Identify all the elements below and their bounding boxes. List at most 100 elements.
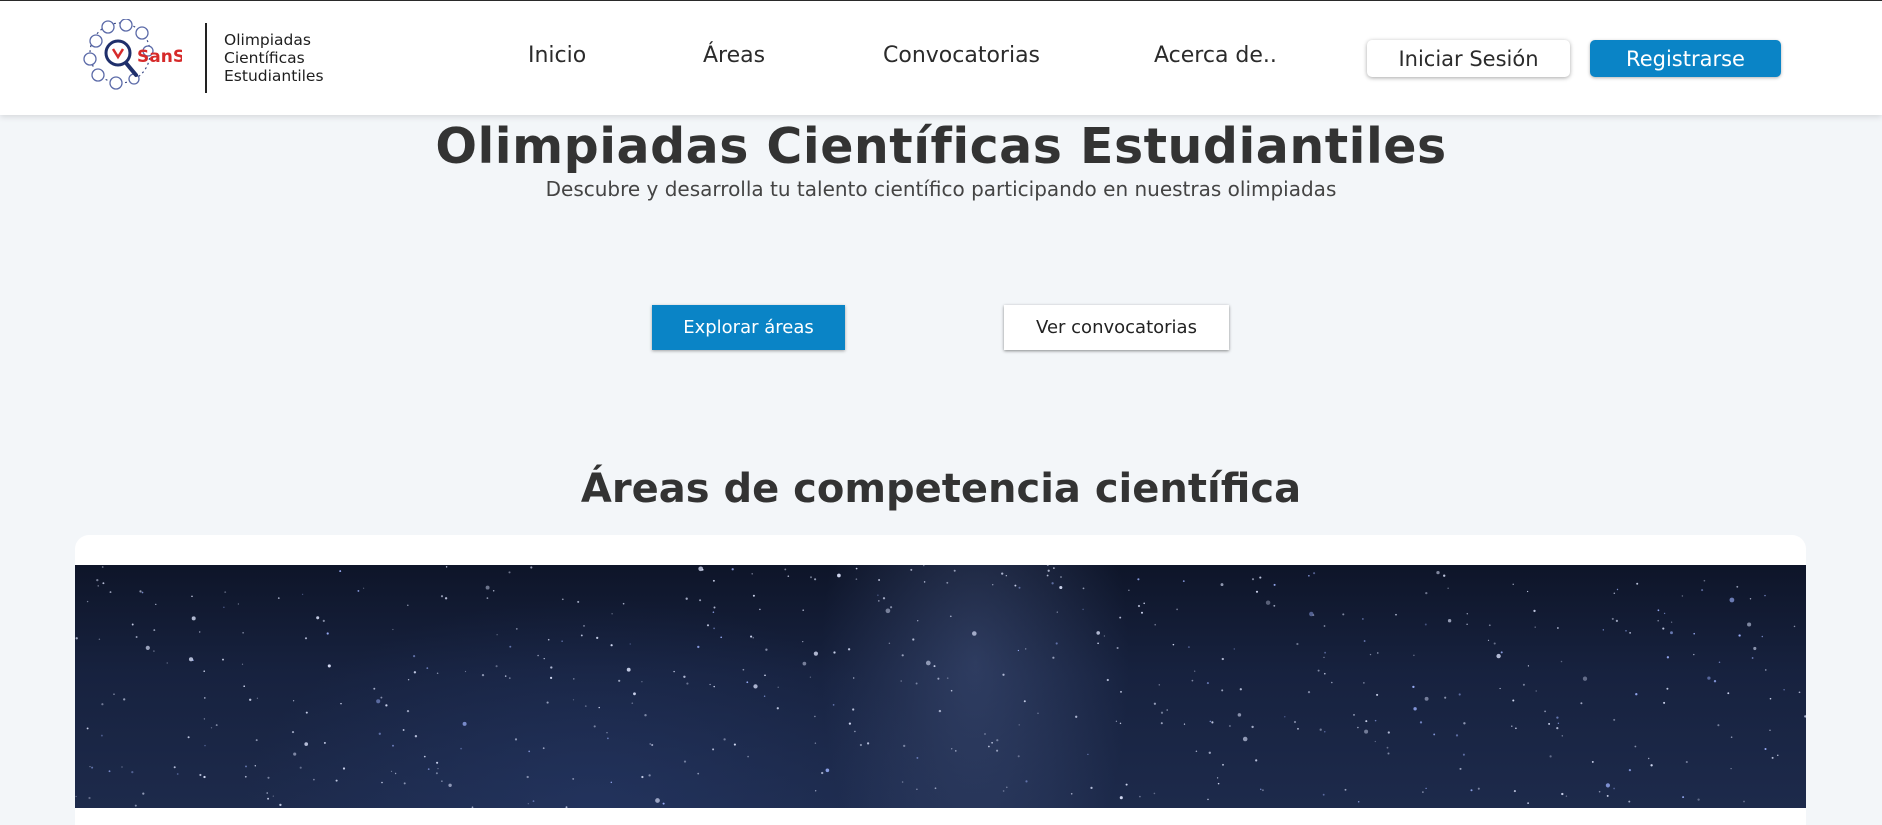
star bbox=[1605, 783, 1610, 788]
star bbox=[1056, 611, 1058, 613]
star bbox=[1718, 661, 1721, 664]
brand-name-line: Estudiantiles bbox=[224, 67, 324, 85]
star bbox=[75, 795, 77, 798]
star bbox=[1217, 782, 1220, 785]
star bbox=[1153, 702, 1157, 705]
star bbox=[1670, 621, 1673, 623]
star bbox=[1798, 691, 1801, 694]
star bbox=[1527, 802, 1529, 804]
star bbox=[237, 603, 240, 605]
star bbox=[1425, 591, 1428, 595]
star bbox=[1222, 763, 1224, 766]
nav-link-inicio[interactable]: Inicio bbox=[528, 43, 586, 68]
star bbox=[547, 638, 550, 641]
star bbox=[98, 638, 101, 641]
star bbox=[1046, 565, 1049, 566]
star bbox=[662, 802, 665, 805]
star bbox=[1765, 669, 1767, 671]
star bbox=[1053, 567, 1055, 569]
star bbox=[572, 777, 575, 780]
nav-link-areas[interactable]: Áreas bbox=[703, 43, 765, 68]
star bbox=[1549, 755, 1552, 758]
star bbox=[1353, 714, 1355, 716]
star bbox=[900, 680, 902, 682]
star bbox=[96, 578, 99, 582]
star bbox=[814, 715, 816, 718]
star bbox=[854, 730, 856, 733]
star bbox=[1527, 665, 1530, 667]
star bbox=[1297, 727, 1299, 730]
star bbox=[313, 778, 315, 781]
star bbox=[787, 575, 790, 577]
star bbox=[326, 632, 329, 635]
brand-name-line: Olimpiadas bbox=[224, 31, 311, 49]
star bbox=[413, 655, 416, 658]
star bbox=[1534, 626, 1536, 628]
sansi-logo[interactable]: SanSi bbox=[82, 18, 191, 93]
star bbox=[304, 742, 309, 746]
star bbox=[1526, 590, 1529, 593]
star bbox=[1308, 575, 1310, 577]
star bbox=[141, 591, 144, 594]
star bbox=[1260, 788, 1262, 790]
star bbox=[1727, 692, 1730, 695]
star bbox=[380, 696, 383, 699]
star bbox=[1713, 680, 1717, 683]
star bbox=[747, 755, 749, 758]
star bbox=[916, 788, 918, 791]
star bbox=[1512, 583, 1514, 585]
star bbox=[697, 772, 700, 775]
login-button[interactable]: Iniciar Sesión bbox=[1367, 40, 1570, 77]
star bbox=[1160, 722, 1163, 725]
star bbox=[809, 676, 812, 678]
star bbox=[1211, 721, 1214, 724]
starry-sky-image[interactable] bbox=[75, 565, 1806, 808]
view-calls-button[interactable]: Ver convocatorias bbox=[1004, 305, 1229, 350]
top-navbar: SanSi Olimpiadas Científicas Estudiantil… bbox=[0, 0, 1882, 115]
star bbox=[833, 651, 836, 654]
register-button[interactable]: Registrarse bbox=[1590, 40, 1781, 77]
star bbox=[673, 670, 675, 673]
star bbox=[437, 768, 439, 770]
star bbox=[1625, 629, 1627, 632]
star bbox=[187, 736, 190, 739]
star bbox=[583, 625, 585, 627]
star bbox=[394, 772, 397, 775]
star bbox=[460, 747, 463, 750]
star bbox=[1206, 682, 1209, 685]
star bbox=[859, 743, 863, 747]
star bbox=[1455, 734, 1459, 737]
star bbox=[1237, 713, 1242, 717]
star bbox=[1663, 612, 1666, 615]
star bbox=[198, 631, 201, 633]
star bbox=[1764, 594, 1766, 597]
star bbox=[810, 576, 812, 579]
nav-link-acerca[interactable]: Acerca de.. bbox=[1154, 43, 1277, 68]
star bbox=[991, 741, 993, 744]
star bbox=[925, 660, 931, 666]
star bbox=[1216, 777, 1219, 779]
logo-divider bbox=[205, 23, 207, 93]
star bbox=[495, 665, 498, 668]
star bbox=[537, 654, 539, 657]
explore-areas-button[interactable]: Explorar áreas bbox=[652, 305, 845, 350]
star bbox=[526, 775, 529, 779]
star bbox=[631, 702, 634, 705]
star bbox=[712, 611, 715, 613]
star bbox=[1374, 719, 1377, 722]
star bbox=[1324, 651, 1326, 654]
star bbox=[950, 689, 953, 692]
star bbox=[1296, 642, 1299, 646]
star bbox=[1561, 792, 1564, 796]
star bbox=[752, 636, 754, 639]
star bbox=[204, 744, 206, 747]
star bbox=[1730, 767, 1732, 770]
nav-link-convocatorias[interactable]: Convocatorias bbox=[883, 43, 1040, 68]
star bbox=[527, 803, 529, 805]
star bbox=[407, 679, 410, 681]
star bbox=[626, 667, 631, 672]
star bbox=[953, 569, 956, 572]
star bbox=[938, 709, 942, 713]
star bbox=[1463, 722, 1466, 725]
star bbox=[866, 742, 870, 745]
